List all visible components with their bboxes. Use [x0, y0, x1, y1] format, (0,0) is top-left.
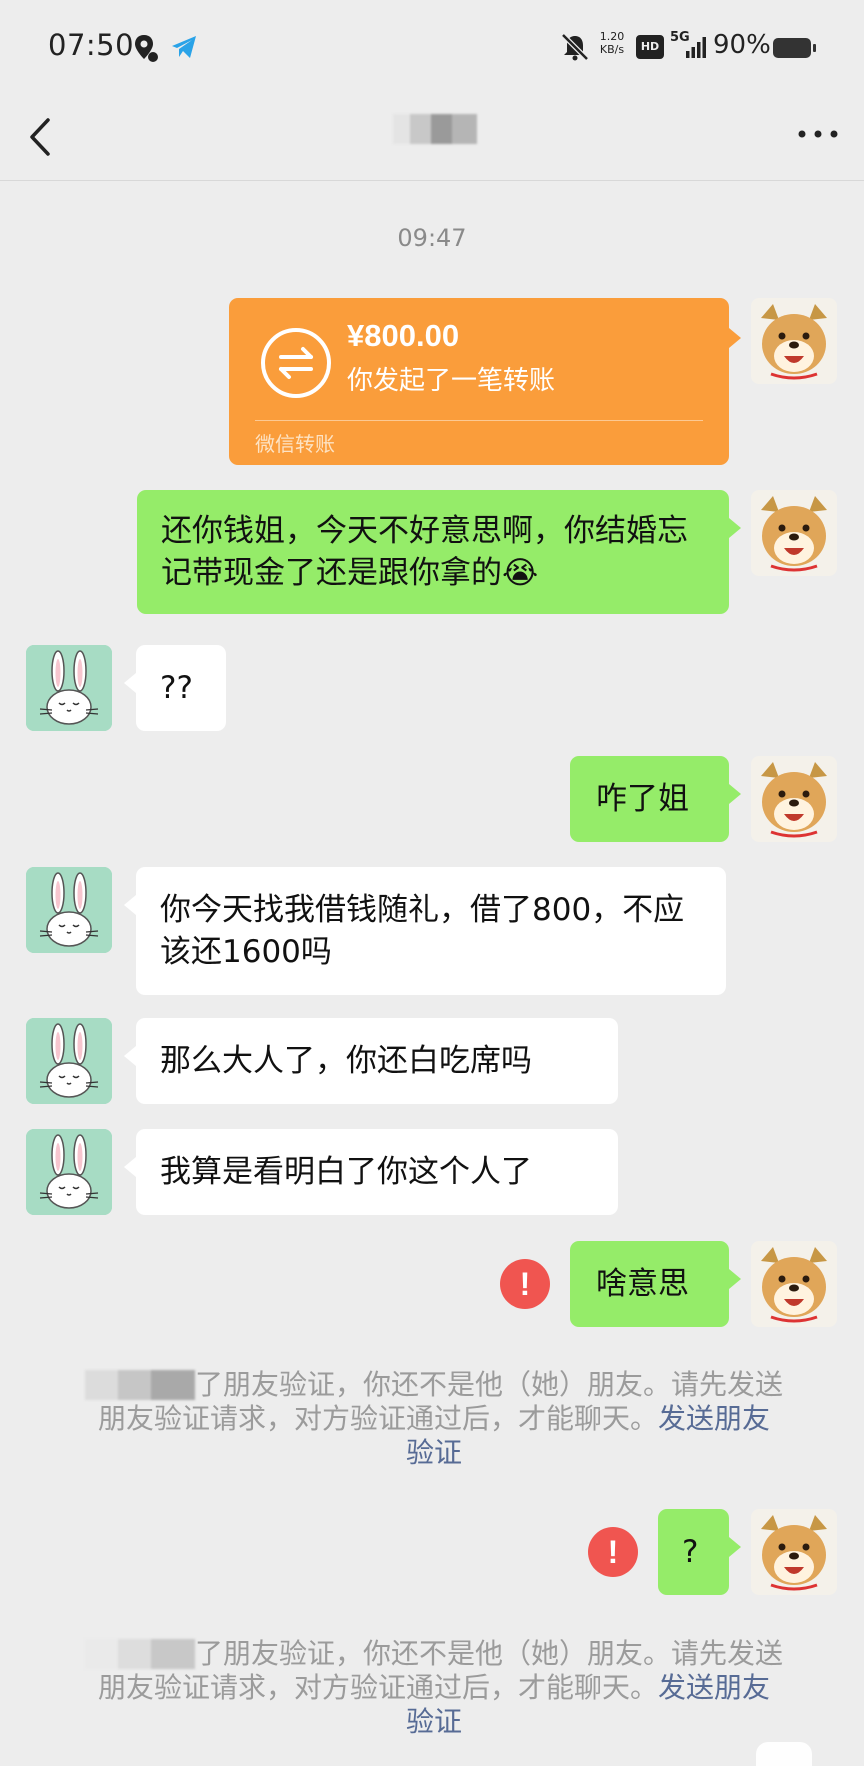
transfer-footer: 微信转账: [255, 432, 335, 456]
location-icon: [135, 35, 158, 62]
telegram-icon: [172, 36, 196, 58]
message-bubble-sent[interactable]: 咋了姐: [570, 756, 741, 842]
message-bubble-received[interactable]: 那么大人了，你还白吃席吗: [124, 1018, 618, 1104]
my-avatar[interactable]: [751, 1241, 837, 1327]
shiba-avatar-icon: [751, 756, 837, 842]
send-failed-icon[interactable]: !: [588, 1527, 638, 1577]
rabbit-avatar-icon: [26, 1018, 112, 1104]
transfer-description: 你发起了一笔转账: [347, 366, 556, 396]
system-notice: 了朋友验证，你还不是他（她）朋友。请先发送朋友验证请求，对方验证通过后，才能聊天…: [84, 1637, 784, 1739]
network-speed-value: 1.20: [599, 30, 625, 43]
rabbit-avatar-icon: [26, 867, 112, 953]
rabbit-avatar-icon: [26, 645, 112, 731]
my-avatar[interactable]: [751, 298, 837, 384]
shiba-avatar-icon: [751, 490, 837, 576]
my-avatar[interactable]: [751, 490, 837, 576]
scroll-indicator[interactable]: [756, 1742, 812, 1766]
battery-icon: [773, 38, 816, 58]
battery-percent: 90%: [713, 30, 771, 60]
message-bubble-received[interactable]: ??: [124, 645, 226, 731]
contact-name-redacted: [84, 1370, 195, 1400]
shiba-avatar-icon: [751, 1509, 837, 1595]
transfer-amount: ¥800.00: [347, 318, 460, 353]
chat-header: [0, 96, 864, 181]
shiba-avatar-icon: [751, 298, 837, 384]
rabbit-avatar-icon: [26, 1129, 112, 1215]
hd-badge: HD: [636, 35, 664, 59]
send-failed-icon[interactable]: !: [500, 1259, 550, 1309]
network-speed-unit: KB/s: [599, 43, 625, 56]
status-bar: 07:50 1.20 KB/s HD 5G 90%: [0, 0, 864, 96]
status-time: 07:50: [48, 28, 135, 62]
message-bubble-sent[interactable]: ?: [658, 1509, 741, 1595]
contact-avatar[interactable]: [26, 1129, 112, 1215]
contact-name-redacted: [393, 114, 477, 144]
network-speed: 1.20 KB/s: [595, 30, 629, 56]
contact-avatar[interactable]: [26, 645, 112, 731]
mute-bell-icon: [561, 33, 589, 61]
message-bubble-received[interactable]: 我算是看明白了你这个人了: [124, 1129, 618, 1215]
contact-avatar[interactable]: [26, 867, 112, 953]
shiba-avatar-icon: [751, 1241, 837, 1327]
contact-avatar[interactable]: [26, 1018, 112, 1104]
signal-icon: [686, 37, 706, 58]
transfer-card[interactable]: ¥800.00 你发起了一笔转账 微信转账: [229, 298, 741, 465]
my-avatar[interactable]: [751, 756, 837, 842]
message-bubble-sent[interactable]: 还你钱姐，今天不好意思啊，你结婚忘记带现金了还是跟你拿的😭: [137, 490, 741, 614]
message-bubble-received[interactable]: 你今天找我借钱随礼，借了800，不应该还1600吗: [124, 867, 726, 995]
contact-name-redacted: [84, 1639, 195, 1669]
my-avatar[interactable]: [751, 1509, 837, 1595]
transfer-arrows-icon: [261, 328, 331, 398]
system-notice: 了朋友验证，你还不是他（她）朋友。请先发送朋友验证请求，对方验证通过后，才能聊天…: [84, 1368, 784, 1470]
message-timestamp: 09:47: [397, 224, 467, 252]
chevron-left-icon[interactable]: [26, 114, 56, 160]
more-dots-icon[interactable]: [796, 124, 840, 144]
transfer-divider: [255, 420, 703, 421]
message-bubble-sent[interactable]: 啥意思: [570, 1241, 741, 1327]
